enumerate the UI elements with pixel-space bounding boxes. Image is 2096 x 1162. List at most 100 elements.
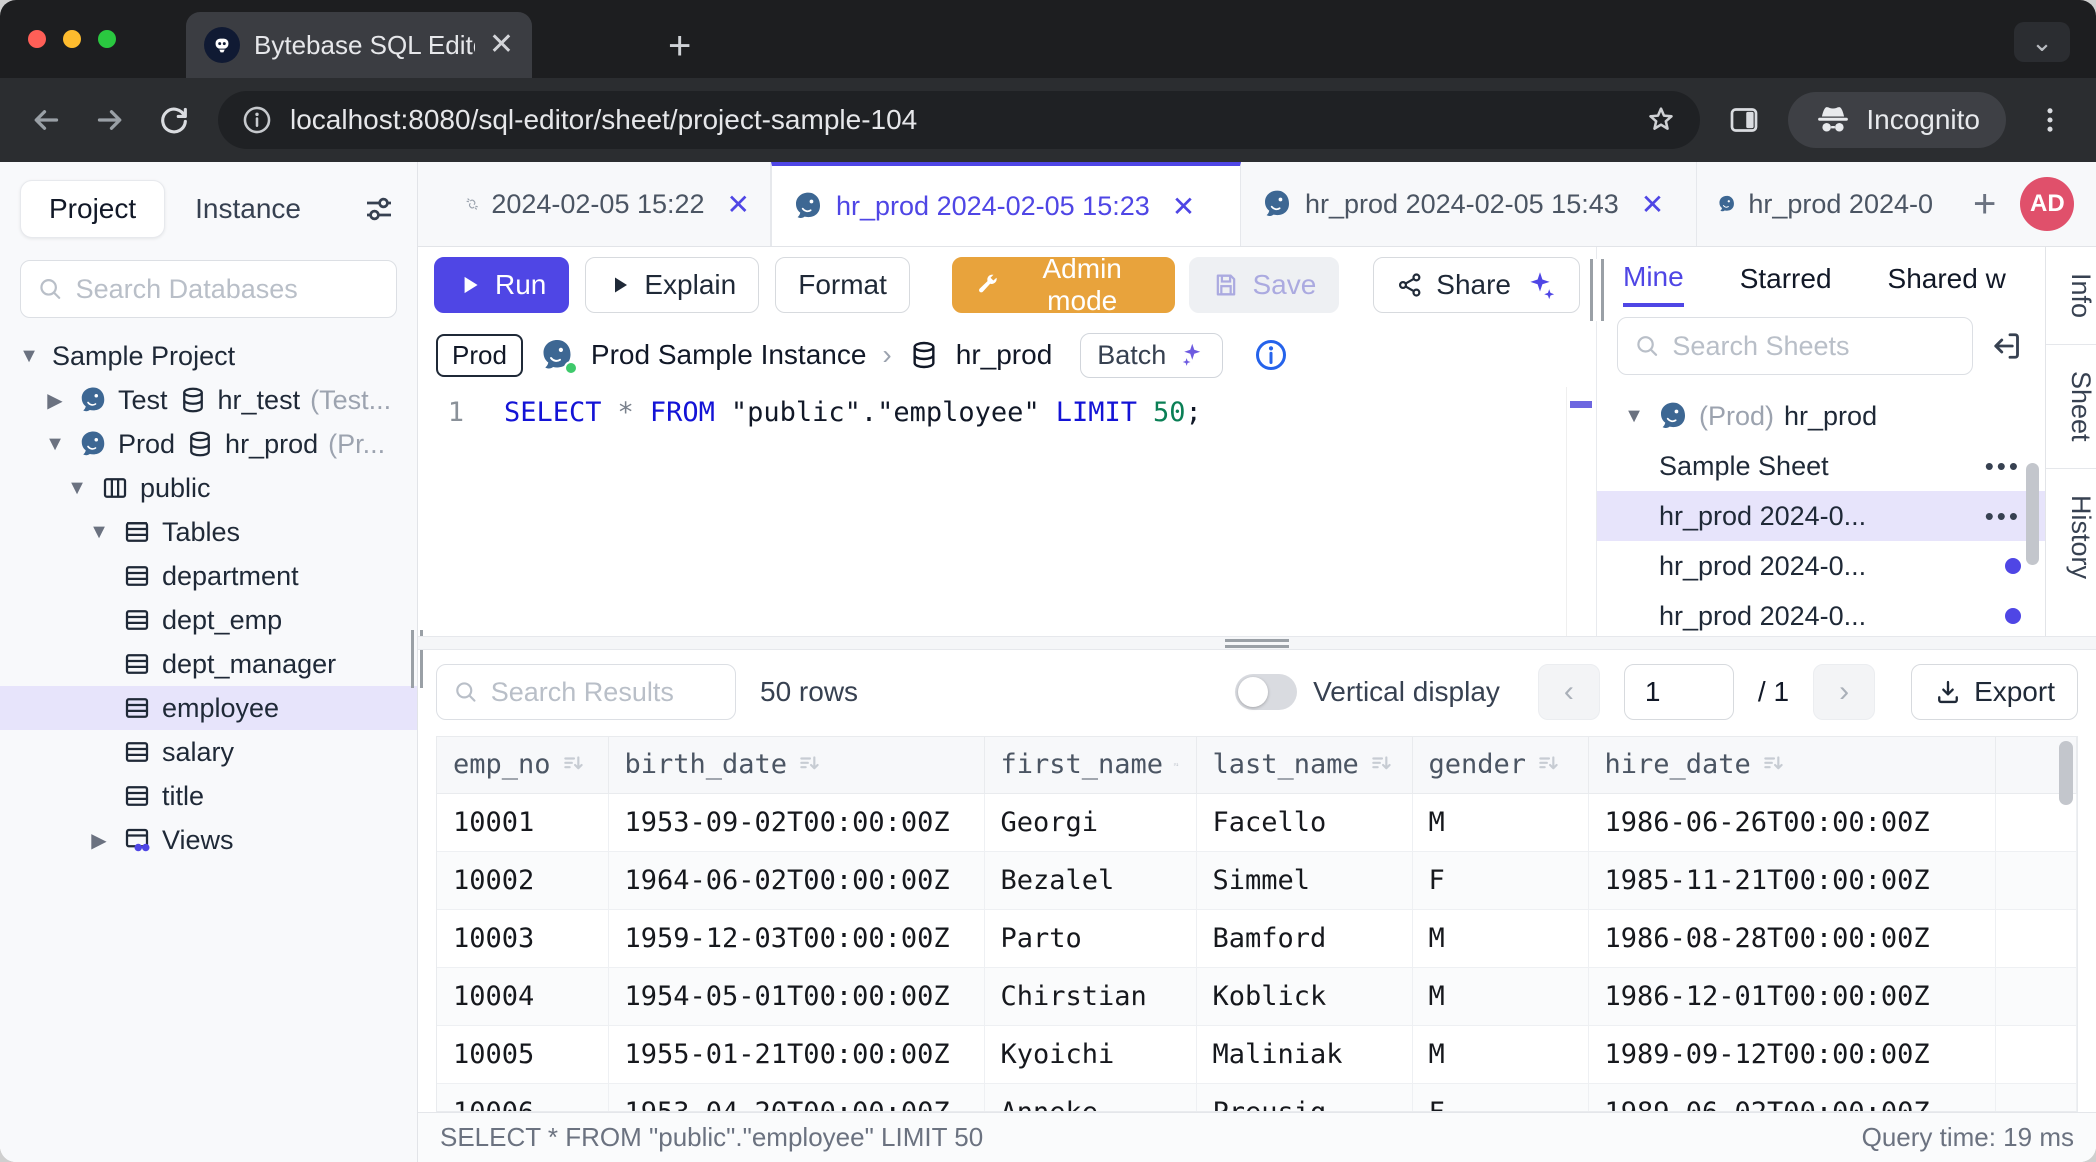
editor-tab-2-active[interactable]: hr_prod 2024-02-05 15:23 ✕ [771,162,1241,246]
cell-emp-no[interactable]: 10006 [437,1083,608,1112]
tree-item-table-department[interactable]: department [0,554,417,598]
tree-item-table-dept-emp[interactable]: dept_emp [0,598,417,642]
tree-item-table-salary[interactable]: salary [0,730,417,774]
tab-sheet[interactable]: Sheet [2046,344,2096,468]
export-button[interactable]: Export [1911,664,2078,720]
sort-icon[interactable] [1761,752,1787,778]
close-window-button[interactable] [28,30,46,48]
cell-birth-date[interactable]: 1964-06-02T00:00:00Z [608,851,984,909]
tab-starred[interactable]: Starred [1740,253,1832,305]
caret-down-icon[interactable]: ▼ [1621,405,1647,428]
cell-emp-no[interactable]: 10001 [437,793,608,851]
instance-name[interactable]: Prod Sample Instance [591,339,867,371]
zoom-window-button[interactable] [98,30,116,48]
cell-hire-date[interactable]: 1989-09-12T00:00:00Z [1588,1025,1995,1083]
sheet-item-unsaved-1[interactable]: hr_prod 2024-0... [1597,541,2045,591]
environment-chip[interactable]: Prod [436,334,523,377]
tree-item-table-employee[interactable]: employee [0,686,417,730]
next-page-button[interactable]: › [1813,664,1875,720]
results-resize-divider[interactable] [418,636,2096,650]
cell-first-name[interactable]: Anneke [984,1083,1196,1112]
tree-item-test-db[interactable]: ▶ Test hr_test (Test... [0,378,417,422]
cell-last-name[interactable]: Preusig [1196,1083,1412,1112]
cell-emp-no[interactable]: 10003 [437,909,608,967]
cell-emp-no[interactable]: 10005 [437,1025,608,1083]
side-panel-icon[interactable] [1724,100,1764,140]
database-name[interactable]: hr_prod [956,339,1053,371]
sheet-item-unsaved-2[interactable]: hr_prod 2024-0... [1597,591,2045,636]
cell-hire-date[interactable]: 1986-12-01T00:00:00Z [1588,967,1995,1025]
cell-birth-date[interactable]: 1954-05-01T00:00:00Z [608,967,984,1025]
site-info-icon[interactable] [240,103,274,137]
cell-last-name[interactable]: Bamford [1196,909,1412,967]
database-search-input[interactable] [76,274,380,305]
cell-gender[interactable]: M [1412,909,1588,967]
tab-project[interactable]: Project [20,180,165,238]
share-button[interactable]: Share [1373,257,1580,313]
tree-item-sample-project[interactable]: ▼ Sample Project [0,334,417,378]
caret-down-icon[interactable]: ▼ [16,345,42,368]
reload-button[interactable] [154,100,194,140]
caret-down-icon[interactable]: ▼ [64,477,90,500]
vertical-display-toggle[interactable] [1235,674,1297,710]
cell-emp-no[interactable]: 10004 [437,967,608,1025]
browser-tab[interactable]: Bytebase SQL Editor ✕ [186,12,532,78]
address-bar[interactable]: localhost:8080/sql-editor/sheet/project-… [218,91,1700,149]
sheet-item-sample-sheet[interactable]: Sample Sheet ••• [1597,441,2045,491]
more-menu-icon[interactable]: ••• [1985,501,2021,532]
new-sheet-tab-button[interactable]: + [1953,182,2016,227]
cell-first-name[interactable]: Bezalel [984,851,1196,909]
cell-gender[interactable]: M [1412,793,1588,851]
bookmark-star-icon[interactable] [1644,103,1678,137]
caret-right-icon[interactable]: ▶ [42,388,68,413]
close-tab-icon[interactable]: ✕ [1172,190,1195,223]
cell-birth-date[interactable]: 1955-01-21T00:00:00Z [608,1025,984,1083]
cell-birth-date[interactable]: 1959-12-03T00:00:00Z [608,909,984,967]
close-tab-icon[interactable]: ✕ [489,30,514,60]
caret-down-icon[interactable]: ▼ [42,433,68,456]
sheet-group-prod-hrprod[interactable]: ▼ (Prod) hr_prod [1597,391,2045,441]
cell-last-name[interactable]: Koblick [1196,967,1412,1025]
close-tab-icon[interactable]: ✕ [727,188,750,221]
tree-item-table-dept-manager[interactable]: dept_manager [0,642,417,686]
cell-emp-no[interactable]: 10002 [437,851,608,909]
new-tab-button[interactable]: + [668,28,691,64]
editor-tab-3[interactable]: hr_prod 2024-02-05 15:43 ✕ [1241,162,1697,246]
cell-last-name[interactable]: Simmel [1196,851,1412,909]
cell-gender[interactable]: M [1412,1025,1588,1083]
minimize-window-button[interactable] [63,30,81,48]
filter-sliders-icon[interactable] [361,191,397,227]
editor-overview-ruler[interactable] [1566,387,1596,636]
sort-icon[interactable] [1173,752,1179,778]
prev-page-button[interactable]: ‹ [1538,664,1600,720]
cell-gender[interactable]: F [1412,1083,1588,1112]
admin-mode-button[interactable]: Admin mode [952,257,1176,313]
run-button[interactable]: Run [434,257,569,313]
sheet-search-input[interactable] [1672,331,1956,362]
tree-item-schema-public[interactable]: ▼ public [0,466,417,510]
tab-history[interactable]: History [2046,468,2096,605]
cell-first-name[interactable]: Georgi [984,793,1196,851]
more-menu-icon[interactable]: ••• [1985,451,2021,482]
cell-first-name[interactable]: Parto [984,909,1196,967]
cell-gender[interactable]: F [1412,851,1588,909]
forward-button[interactable] [90,100,130,140]
cell-first-name[interactable]: Chirstian [984,967,1196,1025]
tree-item-tables-group[interactable]: ▼ Tables [0,510,417,554]
sheet-item-selected[interactable]: hr_prod 2024-0... ••• [1597,491,2045,541]
cell-last-name[interactable]: Facello [1196,793,1412,851]
caret-down-icon[interactable]: ▼ [86,521,112,544]
editor-tab-1[interactable]: 2024-02-05 15:22 ✕ [445,162,771,246]
import-sheet-icon[interactable] [1989,328,2025,364]
sql-code-editor[interactable]: 1 SELECT * FROM "public"."employee" LIMI… [418,387,1596,636]
tab-info[interactable]: Info [2046,247,2096,344]
cell-last-name[interactable]: Maliniak [1196,1025,1412,1083]
column-header-first-name[interactable]: first_name [984,737,1196,793]
browser-menu-icon[interactable] [2030,100,2070,140]
cell-hire-date[interactable]: 1986-06-26T00:00:00Z [1588,793,1995,851]
results-search-input[interactable] [491,677,719,708]
sort-icon[interactable] [561,752,587,778]
cell-birth-date[interactable]: 1953-09-02T00:00:00Z [608,793,984,851]
cell-first-name[interactable]: Kyoichi [984,1025,1196,1083]
panel-resize-handle[interactable] [1590,259,1604,321]
